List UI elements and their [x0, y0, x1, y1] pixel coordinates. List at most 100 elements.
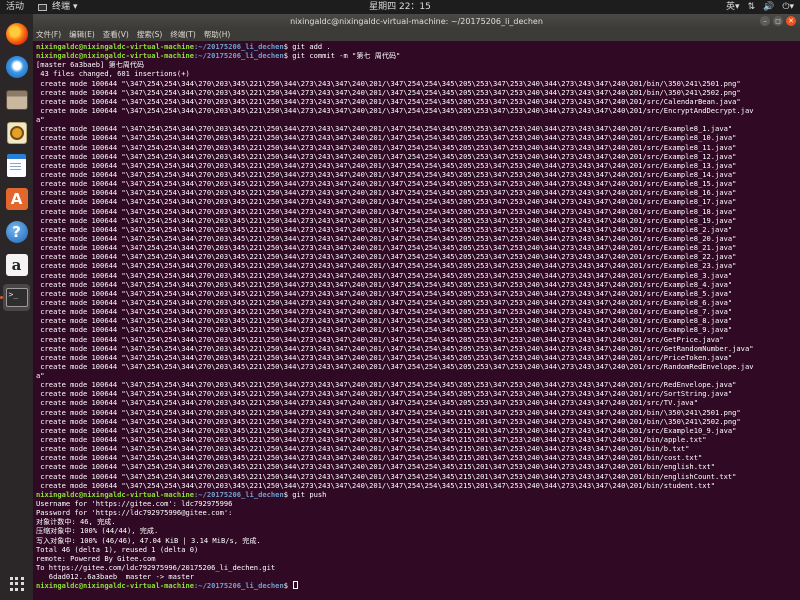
- help-icon: ?: [5, 220, 28, 243]
- commit-output: [master 6a3baeb] 第七周代码 43 files changed,…: [36, 60, 797, 78]
- output-line: create mode 100644 "\347\254\254\344\270…: [36, 352, 733, 362]
- output-line: a": [36, 371, 45, 381]
- output-line: create mode 100644 "\347\254\254\344\270…: [36, 124, 733, 134]
- output-line: Password for 'https://ldc792975996@gitee…: [36, 508, 233, 518]
- output-line: 对象计数中: 46, 完成.: [36, 517, 116, 527]
- prompt-line: nixingaldc@nixingaldc-virtual-machine:~/…: [36, 42, 797, 51]
- dock-writer[interactable]: [3, 152, 30, 179]
- text-cursor: [293, 581, 299, 590]
- minimize-button[interactable]: –: [760, 16, 770, 26]
- dock-terminal[interactable]: >_: [3, 284, 30, 311]
- writer-icon: [7, 154, 26, 177]
- top-panel: 活动 终端 ▾ 星期四 22：15 英▾ ⇅ 🔊 ⏻▾: [0, 0, 800, 14]
- volume-icon[interactable]: 🔊: [763, 0, 774, 14]
- output-line: create mode 100644 "\347\254\254\344\270…: [36, 261, 737, 271]
- menu-file[interactable]: 文件(F): [36, 29, 61, 41]
- dock-help[interactable]: ?: [3, 218, 30, 245]
- dock-thunderbird[interactable]: [3, 53, 30, 80]
- output-line: create mode 100644 "\347\254\254\344\270…: [36, 87, 741, 97]
- output-line: Total 46 (delta 1), reused 1 (delta 0): [36, 544, 199, 554]
- output-line: create mode 100644 "\347\254\254\344\270…: [36, 334, 724, 344]
- output-line: create mode 100644 "\347\254\254\344\270…: [36, 279, 733, 289]
- output-line: create mode 100644 "\347\254\254\344\270…: [36, 361, 754, 371]
- output-line: 6dad012..6a3baeb master -> master: [36, 572, 195, 582]
- menu-bar: 文件(F) 编辑(E) 查看(V) 搜索(S) 终端(T) 帮助(H): [33, 29, 800, 41]
- output-line: create mode 100644 "\347\254\254\344\270…: [36, 416, 741, 426]
- output-line: create mode 100644 "\347\254\254\344\270…: [36, 380, 737, 390]
- prompt-line: nixingaldc@nixingaldc-virtual-machine:~/…: [36, 51, 797, 60]
- output-line: create mode 100644 "\347\254\254\344\270…: [36, 151, 737, 161]
- thunderbird-icon: [5, 55, 28, 78]
- output-line: create mode 100644 "\347\254\254\344\270…: [36, 243, 737, 253]
- output-line: create mode 100644 "\347\254\254\344\270…: [36, 288, 733, 298]
- menu-edit[interactable]: 编辑(E): [69, 29, 95, 41]
- output-line: create mode 100644 "\347\254\254\344\270…: [36, 435, 707, 445]
- window-titlebar[interactable]: nixingaldc@nixingaldc-virtual-machine: ~…: [33, 14, 800, 29]
- output-line: create mode 100644 "\347\254\254\344\270…: [36, 142, 737, 152]
- output-line: create mode 100644 "\347\254\254\344\270…: [36, 96, 741, 106]
- maximize-button[interactable]: ◻: [773, 16, 783, 26]
- output-line: To https://gitee.com/ldc792975996/201752…: [36, 563, 276, 573]
- system-tray[interactable]: 英▾ ⇅ 🔊 ⏻▾: [726, 0, 794, 14]
- software-center-icon: A: [5, 187, 28, 210]
- files-icon: [5, 89, 28, 110]
- prompt-user: nixingaldc@nixingaldc-virtual-machine: [36, 51, 195, 61]
- menu-view[interactable]: 查看(V): [103, 29, 129, 41]
- terminal-window: nixingaldc@nixingaldc-virtual-machine: ~…: [33, 14, 800, 600]
- output-line: create mode 100644 "\347\254\254\344\270…: [36, 252, 737, 262]
- dock-firefox[interactable]: [3, 20, 30, 47]
- output-line: create mode 100644 "\347\254\254\344\270…: [36, 188, 737, 198]
- menu-terminal[interactable]: 终端(T): [170, 29, 195, 41]
- show-applications-button[interactable]: [3, 570, 30, 597]
- rhythmbox-icon: [6, 121, 27, 144]
- close-button[interactable]: ✕: [786, 16, 796, 26]
- output-line: create mode 100644 "\347\254\254\344\270…: [36, 398, 698, 408]
- terminal-output[interactable]: nixingaldc@nixingaldc-virtual-machine:~/…: [33, 42, 800, 600]
- power-icon[interactable]: ⏻▾: [782, 0, 794, 14]
- output-line: create mode 100644 "\347\254\254\344\270…: [36, 160, 737, 170]
- dock-software[interactable]: A: [3, 185, 30, 212]
- output-line: 43 files changed, 601 insertions(+): [36, 69, 190, 79]
- output-line: [master 6a3baeb] 第七周代码: [36, 60, 145, 70]
- output-line: remote: Powered By Gitee.com: [36, 553, 156, 563]
- dock-amazon[interactable]: a: [3, 251, 30, 278]
- prompt-line: nixingaldc@nixingaldc-virtual-machine:~/…: [36, 581, 797, 590]
- menu-search[interactable]: 搜索(S): [137, 29, 163, 41]
- output-line: create mode 100644 "\347\254\254\344\270…: [36, 389, 733, 399]
- output-line: a": [36, 115, 45, 125]
- amazon-icon: a: [5, 253, 28, 276]
- firefox-icon: [5, 22, 28, 45]
- output-line: create mode 100644 "\347\254\254\344\270…: [36, 480, 716, 490]
- command-text: $ git commit -m "第七 周代码": [283, 51, 401, 61]
- command-text: $: [283, 581, 293, 591]
- output-line: 压缩对象中: 100% (44/44), 完成.: [36, 526, 159, 536]
- output-line: create mode 100644 "\347\254\254\344\270…: [36, 425, 737, 435]
- clock[interactable]: 星期四 22：15: [0, 0, 800, 14]
- prompt-line: nixingaldc@nixingaldc-virtual-machine:~/…: [36, 490, 797, 499]
- network-icon[interactable]: ⇅: [748, 0, 756, 14]
- output-line: create mode 100644 "\347\254\254\344\270…: [36, 316, 733, 326]
- output-line: create mode 100644 "\347\254\254\344\270…: [36, 233, 737, 243]
- output-line: create mode 100644 "\347\254\254\344\270…: [36, 215, 737, 225]
- command-text: $ git push: [283, 489, 327, 499]
- prompt-path: :~/20175206_li_dechen: [194, 581, 284, 591]
- prompt-user: nixingaldc@nixingaldc-virtual-machine: [36, 42, 195, 51]
- output-line: create mode 100644 "\347\254\254\344\270…: [36, 133, 737, 143]
- output-line: create mode 100644 "\347\254\254\344\270…: [36, 343, 754, 353]
- input-method-indicator[interactable]: 英▾: [726, 0, 740, 14]
- command-text: $ git add .: [283, 42, 331, 51]
- output-line: create mode 100644 "\347\254\254\344\270…: [36, 325, 733, 335]
- window-controls: – ◻ ✕: [760, 16, 796, 26]
- dock-rhythmbox[interactable]: [3, 119, 30, 146]
- output-line: create mode 100644 "\347\254\254\344\270…: [36, 206, 737, 216]
- terminal-icon: >_: [5, 288, 28, 307]
- output-line: 写入对象中: 100% (46/46), 47.04 KiB | 3.14 Mi…: [36, 535, 261, 545]
- dock-files[interactable]: [3, 86, 30, 113]
- running-indicator: [0, 296, 3, 299]
- menu-help[interactable]: 帮助(H): [204, 29, 231, 41]
- output-line: create mode 100644 "\347\254\254\344\270…: [36, 297, 733, 307]
- prompt-path: :~/20175206_li_dechen: [194, 51, 284, 61]
- output-line: create mode 100644 "\347\254\254\344\270…: [36, 270, 733, 280]
- output-line: create mode 100644 "\347\254\254\344\270…: [36, 462, 716, 472]
- prompt-user: nixingaldc@nixingaldc-virtual-machine: [36, 581, 195, 591]
